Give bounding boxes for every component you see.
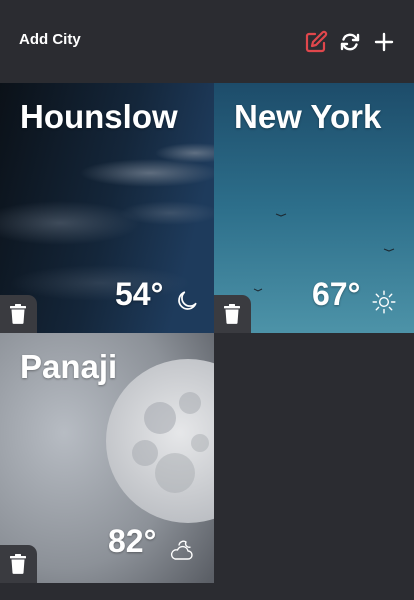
plus-icon: [372, 30, 396, 54]
add-city-button[interactable]: Add City: [19, 31, 81, 48]
moon-icon: [174, 288, 200, 314]
temperature: 82°: [108, 523, 157, 559]
city-card-panaji[interactable]: Panaji 82°: [0, 333, 214, 583]
edit-icon: [304, 30, 328, 54]
city-grid: Hounslow 54° New York 67° Panaji 82°: [0, 83, 414, 583]
trash-icon: [224, 304, 240, 324]
trash-icon: [10, 554, 26, 574]
refresh-button[interactable]: [338, 30, 362, 54]
delete-city-button[interactable]: [214, 295, 251, 333]
city-name: Panaji: [20, 348, 118, 385]
city-name: Hounslow: [20, 98, 178, 135]
refresh-icon: [338, 30, 362, 54]
city-name: New York: [234, 98, 382, 135]
header: Add City: [0, 0, 414, 83]
add-button[interactable]: [372, 30, 396, 54]
city-card-new-york[interactable]: New York 67°: [214, 83, 414, 333]
trash-icon: [10, 304, 26, 324]
edit-button[interactable]: [304, 30, 328, 54]
cloudy-night-icon: [168, 538, 194, 564]
temperature: 67°: [312, 276, 361, 312]
temperature: 54°: [115, 276, 164, 312]
delete-city-button[interactable]: [0, 295, 37, 333]
delete-city-button[interactable]: [0, 545, 37, 583]
city-card-hounslow[interactable]: Hounslow 54°: [0, 83, 214, 333]
sun-icon: [371, 289, 397, 315]
weather-app: Add City Hounslow 54° New York 67° Panaj…: [0, 0, 414, 600]
